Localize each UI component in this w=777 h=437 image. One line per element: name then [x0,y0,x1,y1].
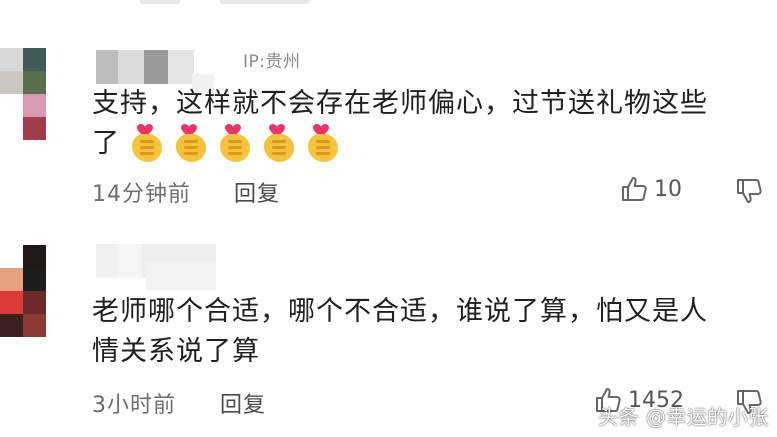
comment-text-line: 情关系说了算 [92,336,260,367]
source-watermark: 头条 @幸运的小张 [598,405,769,429]
finger-heart-emoji [216,124,254,164]
comment-text-end: 了 [92,128,120,159]
comment-text-line: 支持，这样就不会存在老师偏心，过节送礼物这些 [92,88,708,119]
finger-heart-emoji [128,124,166,164]
finger-heart-emoji [304,124,342,164]
username-blurred[interactable] [96,50,194,84]
comment-text: 支持，这样就不会存在老师偏心，过节送礼物这些 了 [92,84,772,164]
thumbs-up-icon [622,177,647,201]
username-blur-extra [146,262,216,290]
emoji-group [128,124,342,164]
like-count: 10 [654,176,682,202]
dislike-button[interactable] [735,177,763,209]
finger-heart-emoji [260,124,298,164]
comment-text-line: 老师哪个合适，哪个不合适，谁说了算，怕又是人 [92,296,708,327]
reply-button[interactable]: 回复 [234,176,280,208]
comment-text: 老师哪个合适，哪个不合适，谁说了算，怕又是人 情关系说了算 [92,292,772,372]
avatar[interactable] [0,48,46,140]
finger-heart-emoji [172,124,210,164]
comment-time: 14分钟前 [92,182,191,207]
avatar[interactable] [0,245,46,337]
thumbs-down-icon [737,179,762,203]
comment-time: 3小时前 [92,393,176,418]
ip-location: IP:贵州 [243,52,301,72]
previous-comment-fragment [120,0,320,6]
like-button[interactable]: 10 [620,175,682,203]
comment-text-line: 了 [92,124,772,164]
reply-button[interactable]: 回复 [220,387,266,419]
